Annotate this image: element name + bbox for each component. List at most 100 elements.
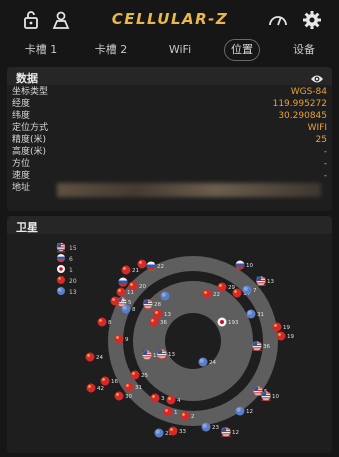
row-key: 高度(米) [12,147,47,157]
satellite-marker[interactable]: 19 [272,322,291,332]
row-value: WIFI [307,123,327,133]
tab-slot-1[interactable]: 卡槽 1 [16,40,66,60]
tab-slot-2[interactable]: 卡槽 2 [86,40,136,60]
row-key: 方位 [12,159,31,169]
settings-gear-icon[interactable] [301,9,323,31]
row-value: - [323,147,327,157]
satellite-label: 12 [246,409,253,415]
satellite-label: 2 [191,414,195,420]
satellite-label: 3 [161,396,165,402]
satellite-label: 10 [272,394,279,400]
russia-flag-icon [146,261,156,271]
russia-flag-icon [57,254,65,262]
russia-flag-icon [235,260,245,270]
china-flag-icon [166,395,176,405]
top-bar: CELLULAR-Z [0,0,339,40]
satellite-label: 31 [257,312,264,318]
row-accuracy: 精度(米) 25 [12,134,327,146]
satellite-card-title: 卫星 [16,221,38,234]
row-value: 25 [315,135,327,145]
satellite-marker[interactable]: 19 [276,331,295,341]
usa-flag-icon [221,427,231,437]
satellite-label: 28 [154,302,161,308]
china-flag-icon [85,352,95,362]
row-key: 坐标类型 [12,87,49,97]
satellite-label: 11 [127,290,134,296]
row-longitude: 经度 119.995272 [12,98,327,110]
satellite-label: 4 [177,398,181,404]
row-address: 地址 [12,182,327,198]
row-key: 速度 [12,171,31,181]
satellite-label: 193 [228,320,239,326]
eu-flag-icon [242,285,252,295]
china-flag-icon [124,382,134,392]
china-flag-icon [276,331,286,341]
china-flag-icon [114,391,124,401]
satellite-label: 22 [213,292,220,298]
china-flag-icon [110,296,120,306]
china-flag-icon [150,393,160,403]
row-key: 地址 [12,183,31,193]
app-root: CELLULAR-Z 卡槽 1 卡槽 2 WiFi 位置 设备 数据 坐标类型 W… [0,0,339,457]
eu-flag-icon [121,304,131,314]
legend-count: 6 [69,256,73,263]
usa-flag-icon [157,349,167,359]
app-logo: CELLULAR-Z [111,10,229,28]
china-flag-icon [116,287,126,297]
row-positioning-method: 定位方式 WIFI [12,122,327,134]
satellite-marker[interactable]: 21 [121,265,140,275]
eu-flag-icon [57,287,65,295]
satellite-label: 25 [141,373,148,379]
china-flag-icon [97,317,107,327]
japan-flag-icon [57,265,65,273]
satellite-label: 7 [253,288,257,294]
satellite-marker[interactable]: 10 [235,260,254,270]
satellite-label: 42 [97,386,104,392]
tab-device[interactable]: 设备 [284,40,324,60]
legend-count: 15 [69,245,77,252]
china-flag-icon [121,265,131,275]
china-flag-icon [232,288,242,298]
satellite-marker[interactable] [118,277,128,287]
satellite-label: 5 [128,300,132,306]
satellite-marker[interactable]: 10 [261,391,280,401]
satellite-card: 卫星 15612013 1013262221201152882229147316… [7,216,332,453]
row-value: - [323,171,327,181]
row-value: 30.290845 [278,111,327,121]
tab-wifi[interactable]: WiFi [158,40,202,60]
row-latitude: 纬度 30.290845 [12,110,327,122]
satellite-marker[interactable]: 8 [97,317,113,327]
satellite-label: 8 [108,320,112,326]
usa-flag-icon [253,386,263,396]
eu-flag-icon [154,428,164,438]
satellite-skyplot: 15612013 1013262221201152882229147316131… [56,242,295,438]
satellite-marker[interactable]: 13 [256,276,275,286]
row-key: 经度 [12,99,31,109]
satellite-marker[interactable]: 24 [85,352,104,362]
satellite-label: 8 [132,307,136,313]
satellite-marker[interactable]: 42 [86,383,105,393]
satellite-marker[interactable] [160,291,170,301]
japan-flag-icon [217,317,227,327]
satellite-marker[interactable]: 33 [168,426,187,436]
row-altitude: 高度(米) - [12,146,327,158]
eu-flag-icon [201,422,211,432]
row-key: 精度(米) [12,135,47,145]
usa-flag-icon [256,276,266,286]
location-person-icon[interactable] [50,9,72,31]
tab-location[interactable]: 位置 [224,39,260,61]
speedometer-icon[interactable] [267,9,289,31]
satellite-marker[interactable]: 12 [221,427,240,437]
satellite-label: 36 [160,320,167,326]
satellite-label: 13 [168,352,175,358]
satellite-marker[interactable]: 16 [100,376,119,386]
satellite-label: 16 [111,379,118,385]
china-flag-icon [100,376,110,386]
usa-flag-icon [143,299,153,309]
satellite-card-header: 卫星 [7,216,332,234]
lock-icon[interactable] [20,9,42,31]
satellite-label: 24 [96,355,103,361]
row-bearing: 方位 - [12,158,327,170]
satellite-label: 1 [174,410,178,416]
data-card-title: 数据 [16,72,38,85]
